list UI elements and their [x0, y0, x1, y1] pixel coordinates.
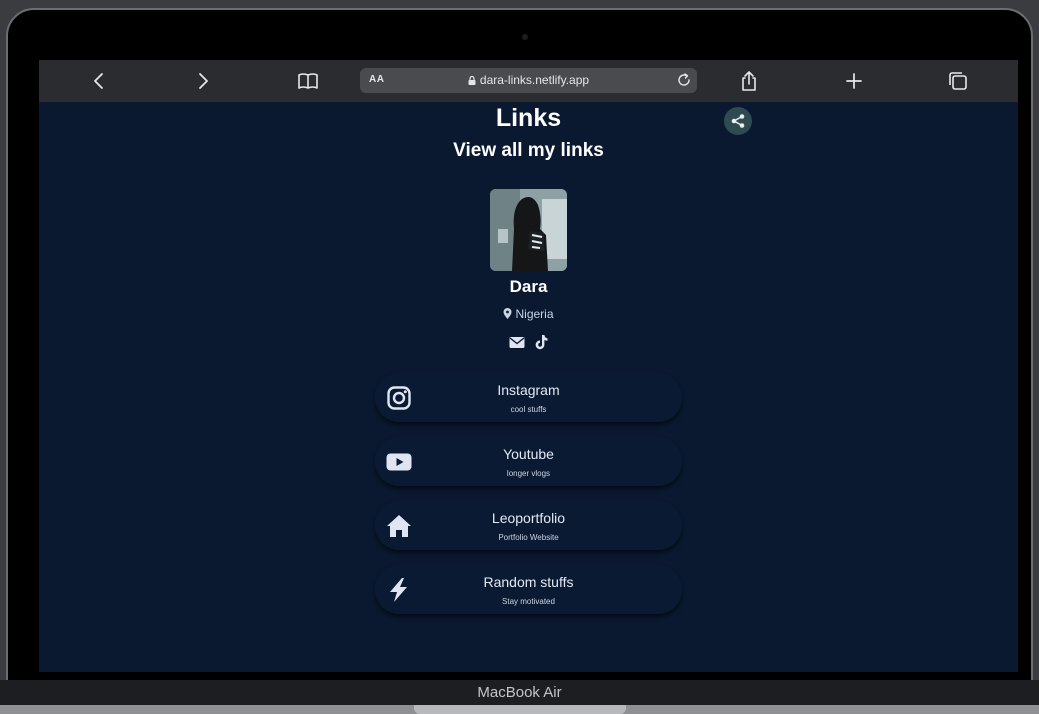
url-text: dara-links.netlify.app [479, 73, 590, 87]
location-text: Nigeria [515, 307, 554, 321]
location-pin-icon [503, 308, 512, 319]
link-title: Youtube [503, 446, 554, 462]
link-card-youtube[interactable]: Youtube longer vlogs [375, 437, 682, 486]
link-card-leoportfolio[interactable]: Leoportfolio Portfolio Website [375, 501, 682, 550]
profile-name: Dara [509, 277, 548, 296]
camera-dot [522, 34, 528, 40]
link-subtitle: Portfolio Website [498, 533, 559, 542]
avatar [490, 189, 567, 271]
url-display[interactable]: dara-links.netlify.app [360, 73, 697, 87]
profile-location: Nigeria [39, 307, 1018, 321]
browser-toolbar: AA dara-links.netlify.app [39, 60, 1018, 102]
lock-icon [468, 76, 476, 85]
address-bar[interactable]: AA dara-links.netlify.app [360, 68, 697, 93]
link-title: Instagram [497, 382, 560, 398]
link-title: Leoportfolio [491, 510, 566, 526]
page-subtitle: View all my links [453, 140, 604, 161]
back-icon[interactable] [88, 70, 110, 92]
page-title: Links [495, 104, 562, 132]
share-icon [731, 114, 745, 128]
share-button[interactable] [724, 107, 752, 135]
link-card-random-stuffs[interactable]: Random stuffs Stay motivated [375, 565, 682, 614]
browser-window: AA dara-links.netlify.app Links View all… [39, 60, 1018, 672]
social-icons [507, 333, 551, 351]
link-card-instagram[interactable]: Instagram cool stuffs [375, 373, 682, 422]
device-label: MacBook Air [477, 684, 562, 701]
link-subtitle: Stay motivated [502, 597, 555, 606]
link-subtitle: longer vlogs [506, 469, 551, 478]
forward-icon[interactable] [192, 70, 214, 92]
laptop-notch [414, 705, 626, 714]
bookmarks-icon[interactable] [297, 70, 319, 92]
laptop-bezel: AA dara-links.netlify.app Links View all… [6, 8, 1033, 698]
tabs-overview-icon[interactable] [947, 70, 969, 92]
new-tab-icon[interactable] [843, 70, 865, 92]
envelope-icon[interactable] [509, 334, 525, 350]
link-subtitle: cool stuffs [510, 405, 547, 414]
reload-icon[interactable] [676, 72, 692, 88]
share-sheet-icon[interactable] [738, 70, 760, 92]
tiktok-icon[interactable] [533, 334, 549, 350]
link-title: Random stuffs [483, 574, 574, 590]
